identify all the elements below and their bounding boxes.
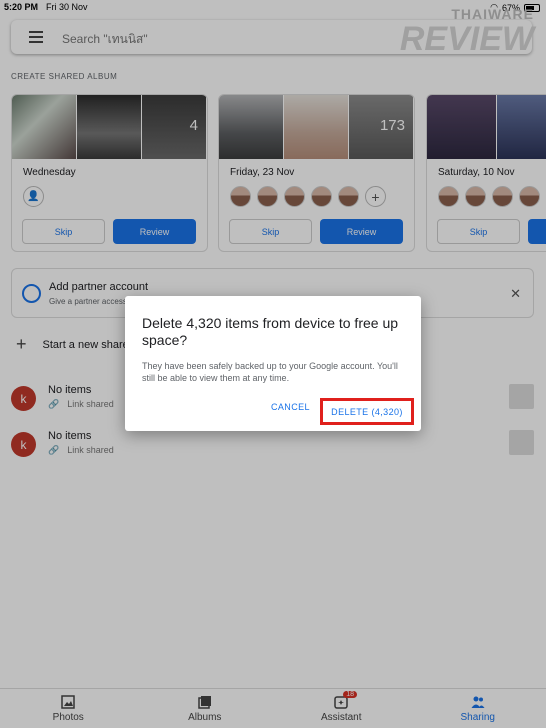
dialog-body: They have been safely backed up to your … (142, 361, 398, 383)
cancel-button[interactable]: CANCEL (271, 402, 310, 412)
delete-button[interactable]: DELETE (4,320) (320, 398, 414, 425)
delete-dialog: Delete 4,320 items from device to free u… (125, 296, 421, 431)
dialog-title: Delete 4,320 items from device to free u… (142, 315, 399, 348)
